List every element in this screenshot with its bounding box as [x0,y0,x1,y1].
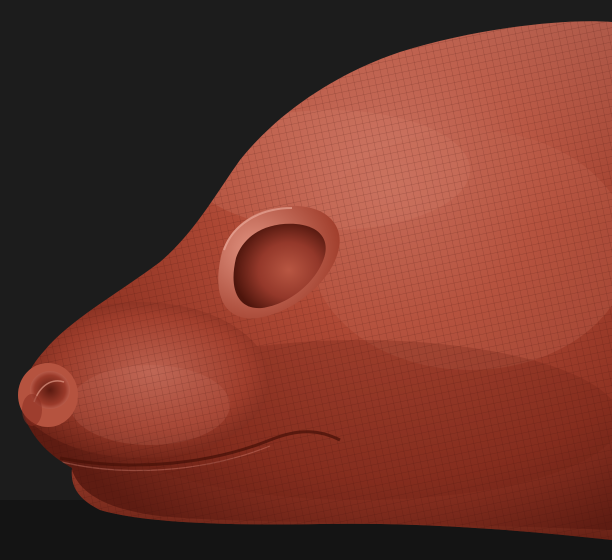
nose-tip[interactable] [18,363,78,427]
sculpt-viewport[interactable] [0,0,612,560]
sculpt-canvas[interactable] [0,0,612,560]
